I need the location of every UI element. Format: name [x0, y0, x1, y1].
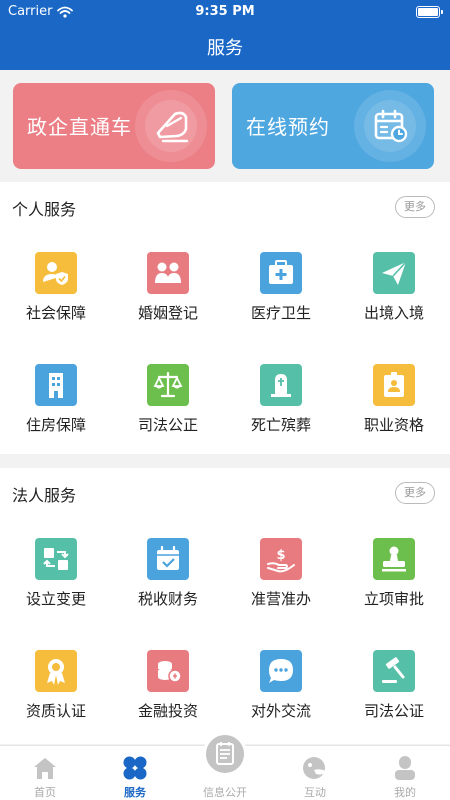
service-label: 对外交流: [250, 702, 311, 720]
service-label: 司法公正: [137, 416, 198, 434]
service-label: 金融投资: [137, 702, 198, 720]
tab-mine[interactable]: 我的: [360, 746, 450, 800]
service-label: 立项审批: [363, 590, 424, 608]
service-label: 医疗卫生: [250, 304, 311, 322]
paper-plane-icon: [373, 252, 415, 294]
banner-online-booking[interactable]: 在线预约: [232, 83, 434, 169]
service-label: 婚姻登记: [137, 304, 198, 322]
tab-interaction[interactable]: 互动: [270, 746, 360, 800]
tax-calendar-icon: [147, 538, 189, 580]
banner-label: 在线预约: [246, 115, 330, 139]
service-foreign-exchange[interactable]: 对外交流: [225, 636, 337, 736]
svg-text:$: $: [276, 548, 285, 563]
service-label: 死亡殡葬: [250, 416, 311, 434]
service-label: 资质认证: [25, 702, 86, 720]
service-social-security[interactable]: 社会保障: [0, 238, 112, 338]
change-icon: [35, 538, 77, 580]
service-label: 准营准办: [250, 590, 311, 608]
award-icon: [35, 650, 77, 692]
corporate-services-section: 法人服务 更多 设立变更 税收财务 $ 准营准办 立项审批 资质认证 金融投资 …: [0, 468, 450, 744]
more-button[interactable]: 更多: [395, 196, 435, 218]
clover-icon: [123, 756, 147, 780]
service-notarization[interactable]: 司法公证: [338, 636, 450, 736]
status-bar: Carrier 9:35 PM: [0, 0, 450, 24]
section-title: 法人服务: [12, 486, 77, 505]
coins-icon: [147, 650, 189, 692]
service-label: 住房保障: [25, 416, 86, 434]
status-time: 9:35 PM: [195, 4, 255, 19]
interaction-icon: [303, 757, 326, 779]
document-icon: [216, 742, 234, 765]
service-medical[interactable]: 医疗卫生: [225, 238, 337, 338]
building-icon: [35, 364, 77, 406]
banner-area: 政企直通车 在线预约: [0, 70, 450, 182]
stamp-icon: [373, 538, 415, 580]
service-establish-change[interactable]: 设立变更: [0, 524, 112, 624]
money-hand-icon: $: [260, 538, 302, 580]
personal-services-section: 个人服务 更多 社会保障 婚姻登记 医疗卫生 出境入境 住房保障 司法公正 死亡…: [0, 182, 450, 454]
tab-label: 服务: [124, 786, 146, 799]
service-tax-finance[interactable]: 税收财务: [112, 524, 224, 624]
more-button[interactable]: 更多: [395, 482, 435, 504]
service-label: 出境入境: [363, 304, 424, 322]
train-icon: [156, 111, 189, 143]
marriage-icon: [147, 252, 189, 294]
banner-gov-enterprise[interactable]: 政企直通车: [13, 83, 215, 169]
section-title: 个人服务: [12, 200, 77, 219]
banner-label: 政企直通车: [27, 115, 132, 139]
service-exit-entry[interactable]: 出境入境: [338, 238, 450, 338]
service-label: 司法公证: [363, 702, 424, 720]
tab-label: 我的: [394, 786, 416, 799]
service-housing[interactable]: 住房保障: [0, 350, 112, 450]
user-icon: [395, 756, 415, 780]
top-bar: Carrier 9:35 PM 服务: [0, 0, 450, 70]
service-label: 职业资格: [363, 416, 424, 434]
tab-label: 互动: [304, 786, 326, 799]
battery-icon: [416, 6, 443, 18]
tab-info-public[interactable]: 信息公开: [180, 732, 270, 800]
tab-label: 首页: [34, 786, 56, 799]
calendar-icon: [374, 109, 408, 143]
service-label: 社会保障: [25, 304, 86, 322]
gavel-icon: [373, 650, 415, 692]
tab-label: 信息公开: [203, 786, 247, 799]
tab-home[interactable]: 首页: [0, 746, 90, 800]
scales-icon: [147, 364, 189, 406]
chat-bubble-icon: [260, 650, 302, 692]
service-qualification-cert[interactable]: 资质认证: [0, 636, 112, 736]
social-security-icon: [35, 252, 77, 294]
service-label: 设立变更: [25, 590, 86, 608]
service-finance-investment[interactable]: 金融投资: [112, 636, 224, 736]
tab-services[interactable]: 服务: [90, 746, 180, 800]
info-public-button: [203, 732, 247, 776]
service-marriage[interactable]: 婚姻登记: [112, 238, 224, 338]
home-icon: [34, 758, 56, 779]
service-project-approval[interactable]: 立项审批: [338, 524, 450, 624]
medical-kit-icon: [260, 252, 302, 294]
service-business-permit[interactable]: $ 准营准办: [225, 524, 337, 624]
service-label: 税收财务: [137, 590, 198, 608]
service-funeral[interactable]: 死亡殡葬: [225, 350, 337, 450]
tab-bar: 首页 服务 信息公开 互动 我的: [0, 732, 450, 800]
tombstone-icon: [260, 364, 302, 406]
id-badge-icon: [373, 364, 415, 406]
page-title: 服务: [207, 38, 243, 59]
service-justice[interactable]: 司法公正: [112, 350, 224, 450]
service-qualification[interactable]: 职业资格: [338, 350, 450, 450]
